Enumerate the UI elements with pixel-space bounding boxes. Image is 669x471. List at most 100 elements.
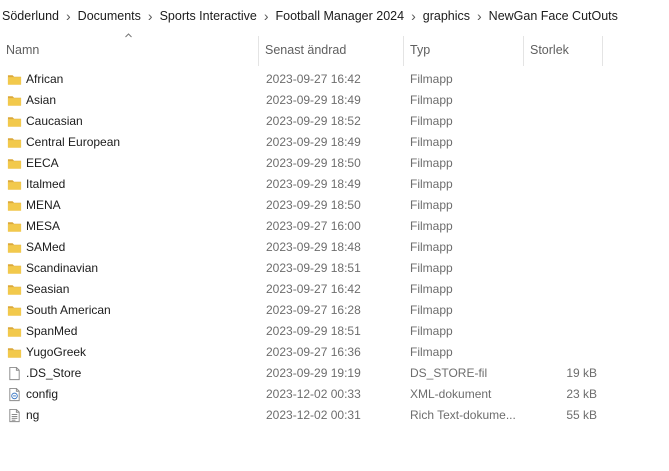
file-modified-date: 2023-09-27 16:42: [266, 282, 361, 296]
file-name: config: [26, 387, 59, 401]
file-name: EECA: [26, 156, 59, 170]
breadcrumb-item-current-folder[interactable]: NewGan Face CutOuts: [486, 9, 621, 23]
file-size: 55 kB: [566, 408, 597, 422]
sort-ascending-icon: [125, 33, 132, 38]
rtf-file-icon: [7, 408, 22, 423]
breadcrumb: Söderlund Documents Sports Interactive F…: [0, 0, 669, 32]
column-header-name[interactable]: Namn: [0, 33, 259, 66]
file-name: MESA: [26, 219, 61, 233]
file-modified-date: 2023-09-27 16:00: [266, 219, 361, 233]
file-modified-date: 2023-09-29 19:19: [266, 366, 361, 380]
column-header-type-label: Typ: [410, 43, 431, 57]
file-modified-date: 2023-09-27 16:28: [266, 303, 361, 317]
file-row[interactable]: Scandinavian 2023-09-29 18:51 Filmapp: [0, 258, 669, 279]
file-type: Filmapp: [410, 303, 453, 317]
file-type: Filmapp: [410, 135, 453, 149]
file-type: Filmapp: [410, 261, 453, 275]
breadcrumb-item-documents[interactable]: Documents: [75, 9, 144, 23]
file-type: Filmapp: [410, 156, 453, 170]
file-row[interactable]: SpanMed 2023-09-29 18:51 Filmapp: [0, 321, 669, 342]
file-row[interactable]: ng 2023-12-02 00:31 Rich Text-dokume... 55 …: [0, 405, 669, 426]
file-name: Seasian: [26, 282, 70, 296]
xml-file-icon: [7, 387, 22, 402]
column-header-modified[interactable]: Senast ändrad: [259, 36, 404, 66]
file-row[interactable]: EECA 2023-09-29 18:50 Filmapp: [0, 153, 669, 174]
file-type: Filmapp: [410, 114, 453, 128]
file-type: Rich Text-dokume...: [410, 408, 516, 422]
file-name: Scandinavian: [26, 261, 99, 275]
folder-icon: [7, 261, 22, 276]
file-row[interactable]: YugoGreek 2023-09-27 16:36 Filmapp: [0, 342, 669, 363]
folder-icon: [7, 135, 22, 150]
folder-icon: [7, 177, 22, 192]
file-modified-date: 2023-09-29 18:51: [266, 261, 361, 275]
column-header-name-label: Namn: [6, 43, 40, 57]
chevron-right-icon[interactable]: [473, 8, 486, 24]
file-icon: [7, 366, 22, 381]
file-row[interactable]: MENA 2023-09-29 18:50 Filmapp: [0, 195, 669, 216]
file-type: Filmapp: [410, 282, 453, 296]
file-type: XML-dokument: [410, 387, 492, 401]
breadcrumb-item-graphics[interactable]: graphics: [420, 9, 473, 23]
folder-icon: [7, 114, 22, 129]
file-row[interactable]: MESA 2023-09-27 16:00 Filmapp: [0, 216, 669, 237]
folder-icon: [7, 198, 22, 213]
file-type: Filmapp: [410, 198, 453, 212]
folder-icon: [7, 282, 22, 297]
file-modified-date: 2023-09-29 18:49: [266, 135, 361, 149]
chevron-right-icon[interactable]: [144, 8, 157, 24]
folder-icon: [7, 345, 22, 360]
file-modified-date: 2023-12-02 00:31: [266, 408, 361, 422]
file-modified-date: 2023-09-29 18:51: [266, 324, 361, 338]
folder-icon: [7, 324, 22, 339]
file-modified-date: 2023-09-29 18:49: [266, 177, 361, 191]
file-type: DS_STORE-fil: [410, 366, 488, 380]
file-modified-date: 2023-09-27 16:42: [266, 72, 361, 86]
breadcrumb-item-sports-interactive[interactable]: Sports Interactive: [157, 9, 260, 23]
folder-icon: [7, 93, 22, 108]
folder-icon: [7, 303, 22, 318]
chevron-right-icon[interactable]: [260, 8, 273, 24]
file-row[interactable]: African 2023-09-27 16:42 Filmapp: [0, 69, 669, 90]
file-modified-date: 2023-09-29 18:49: [266, 93, 361, 107]
file-row[interactable]: config 2023-12-02 00:33 XML-dokument 23 kB: [0, 384, 669, 405]
chevron-right-icon[interactable]: [62, 8, 75, 24]
file-row[interactable]: Caucasian 2023-09-29 18:52 Filmapp: [0, 111, 669, 132]
chevron-right-icon[interactable]: [407, 8, 420, 24]
file-type: Filmapp: [410, 345, 453, 359]
file-name: African: [26, 72, 64, 86]
column-header-row: Namn Senast ändrad Typ Storlek: [0, 33, 669, 66]
file-row[interactable]: Italmed 2023-09-29 18:49 Filmapp: [0, 174, 669, 195]
column-header-size[interactable]: Storlek: [524, 36, 603, 66]
column-header-size-label: Storlek: [530, 43, 569, 57]
file-row[interactable]: Seasian 2023-09-27 16:42 Filmapp: [0, 279, 669, 300]
file-type: Filmapp: [410, 93, 453, 107]
file-row[interactable]: South American 2023-09-27 16:28 Filmapp: [0, 300, 669, 321]
file-row[interactable]: Asian 2023-09-29 18:49 Filmapp: [0, 90, 669, 111]
file-name: MENA: [26, 198, 61, 212]
file-row[interactable]: SAMed 2023-09-29 18:48 Filmapp: [0, 237, 669, 258]
file-row[interactable]: .DS_Store 2023-09-29 19:19 DS_STORE-fil 19 …: [0, 363, 669, 384]
file-modified-date: 2023-09-29 18:50: [266, 198, 361, 212]
file-name: Asian: [26, 93, 57, 107]
folder-icon: [7, 156, 22, 171]
file-size: 23 kB: [566, 387, 597, 401]
file-modified-date: 2023-09-29 18:52: [266, 114, 361, 128]
column-header-modified-label: Senast ändrad: [265, 43, 347, 57]
file-name: SAMed: [26, 240, 66, 254]
file-modified-date: 2023-12-02 00:33: [266, 387, 361, 401]
folder-icon: [7, 219, 22, 234]
file-name: Central European: [26, 135, 121, 149]
file-row[interactable]: Central European 2023-09-29 18:49 Filmapp: [0, 132, 669, 153]
file-size: 19 kB: [566, 366, 597, 380]
column-header-type[interactable]: Typ: [404, 36, 524, 66]
file-name: Caucasian: [26, 114, 83, 128]
file-type: Filmapp: [410, 177, 453, 191]
file-name: South American: [26, 303, 111, 317]
file-type: Filmapp: [410, 72, 453, 86]
file-name: Italmed: [26, 177, 66, 191]
file-name: SpanMed: [26, 324, 78, 338]
file-type: Filmapp: [410, 324, 453, 338]
breadcrumb-item-football-manager[interactable]: Football Manager 2024: [273, 9, 408, 23]
breadcrumb-item-user[interactable]: Söderlund: [0, 9, 62, 23]
